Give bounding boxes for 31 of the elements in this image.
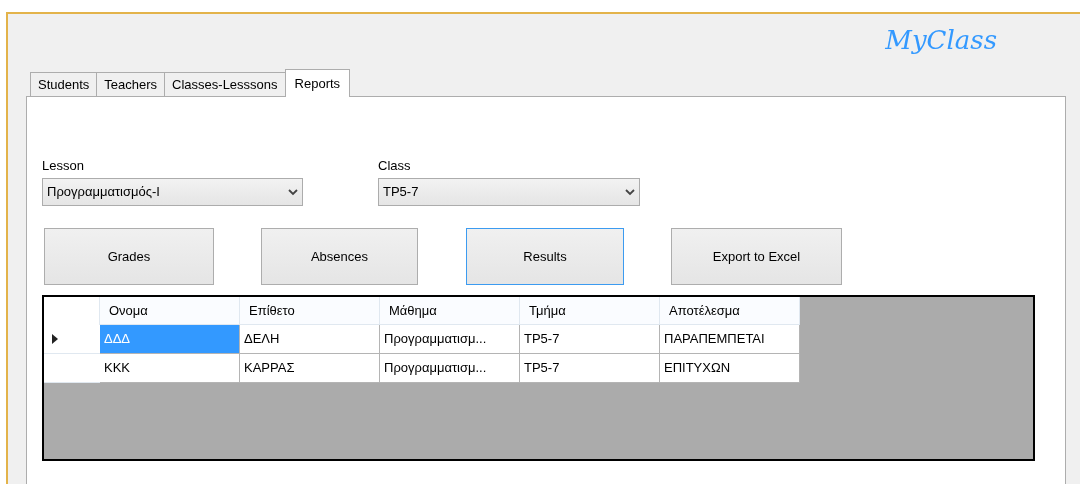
table-cell: ΚΑΡΡΑΣ xyxy=(240,354,380,383)
table-cell: ΤΡ5-7 xyxy=(520,354,660,383)
action-button[interactable]: Export to Excel xyxy=(671,228,842,285)
chevron-down-icon xyxy=(288,188,298,196)
tab[interactable]: Students xyxy=(30,72,98,96)
action-button[interactable]: Absences xyxy=(261,228,418,285)
column-header[interactable]: Αποτέλεσμα xyxy=(660,297,800,325)
current-row-icon xyxy=(52,334,58,344)
table-cell: Προγραμματισμ... xyxy=(380,354,520,383)
table-cell: ΚΚΚ xyxy=(100,354,240,383)
column-header[interactable]: Μάθημα xyxy=(380,297,520,325)
table-cell: Προγραμματισμ... xyxy=(380,325,520,354)
table-cell: ΠΑΡΑΠΕΜΠΕΤΑΙ xyxy=(660,325,800,354)
chevron-down-icon xyxy=(625,188,635,196)
app-logo: MyClass xyxy=(885,24,997,56)
table-cell: ΔΕΛΗ xyxy=(240,325,380,354)
table-cell: ΔΔΔ xyxy=(100,325,240,354)
field-label: Lesson xyxy=(42,158,85,175)
row-header[interactable] xyxy=(44,325,100,354)
table-cell: ΕΠΙΤΥΧΩΝ xyxy=(660,354,800,383)
action-button[interactable]: Results xyxy=(466,228,624,285)
column-header[interactable]: Τμήμα xyxy=(520,297,660,325)
column-header[interactable]: Επίθετο xyxy=(240,297,380,325)
row-header[interactable] xyxy=(44,354,100,383)
field-label: Class xyxy=(378,158,412,175)
dropdown[interactable]: ΤΡ5-7 xyxy=(378,178,640,206)
table-cell: ΤΡ5-7 xyxy=(520,325,660,354)
tab[interactable]: Reports xyxy=(284,69,351,97)
column-header[interactable]: Ονομα xyxy=(100,297,240,325)
action-button[interactable]: Grades xyxy=(44,228,214,285)
dropdown[interactable]: Προγραμματισμός-Ι xyxy=(42,178,303,206)
